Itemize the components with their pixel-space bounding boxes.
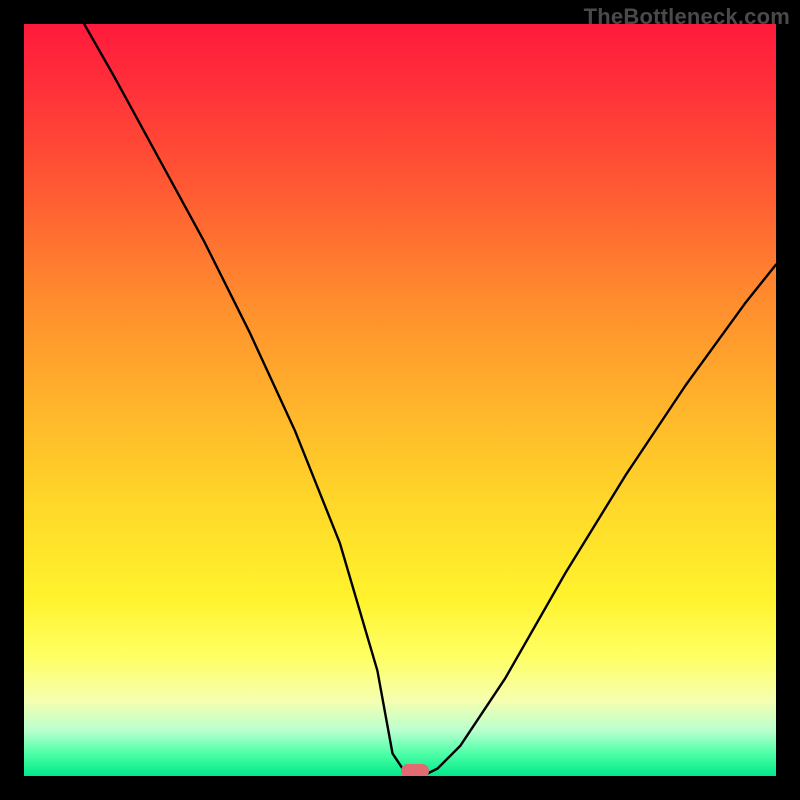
watermark-text: TheBottleneck.com [584,4,790,30]
chart-frame: TheBottleneck.com [0,0,800,800]
optimum-marker [401,764,429,776]
bottleneck-curve [24,24,776,776]
plot-area [24,24,776,776]
